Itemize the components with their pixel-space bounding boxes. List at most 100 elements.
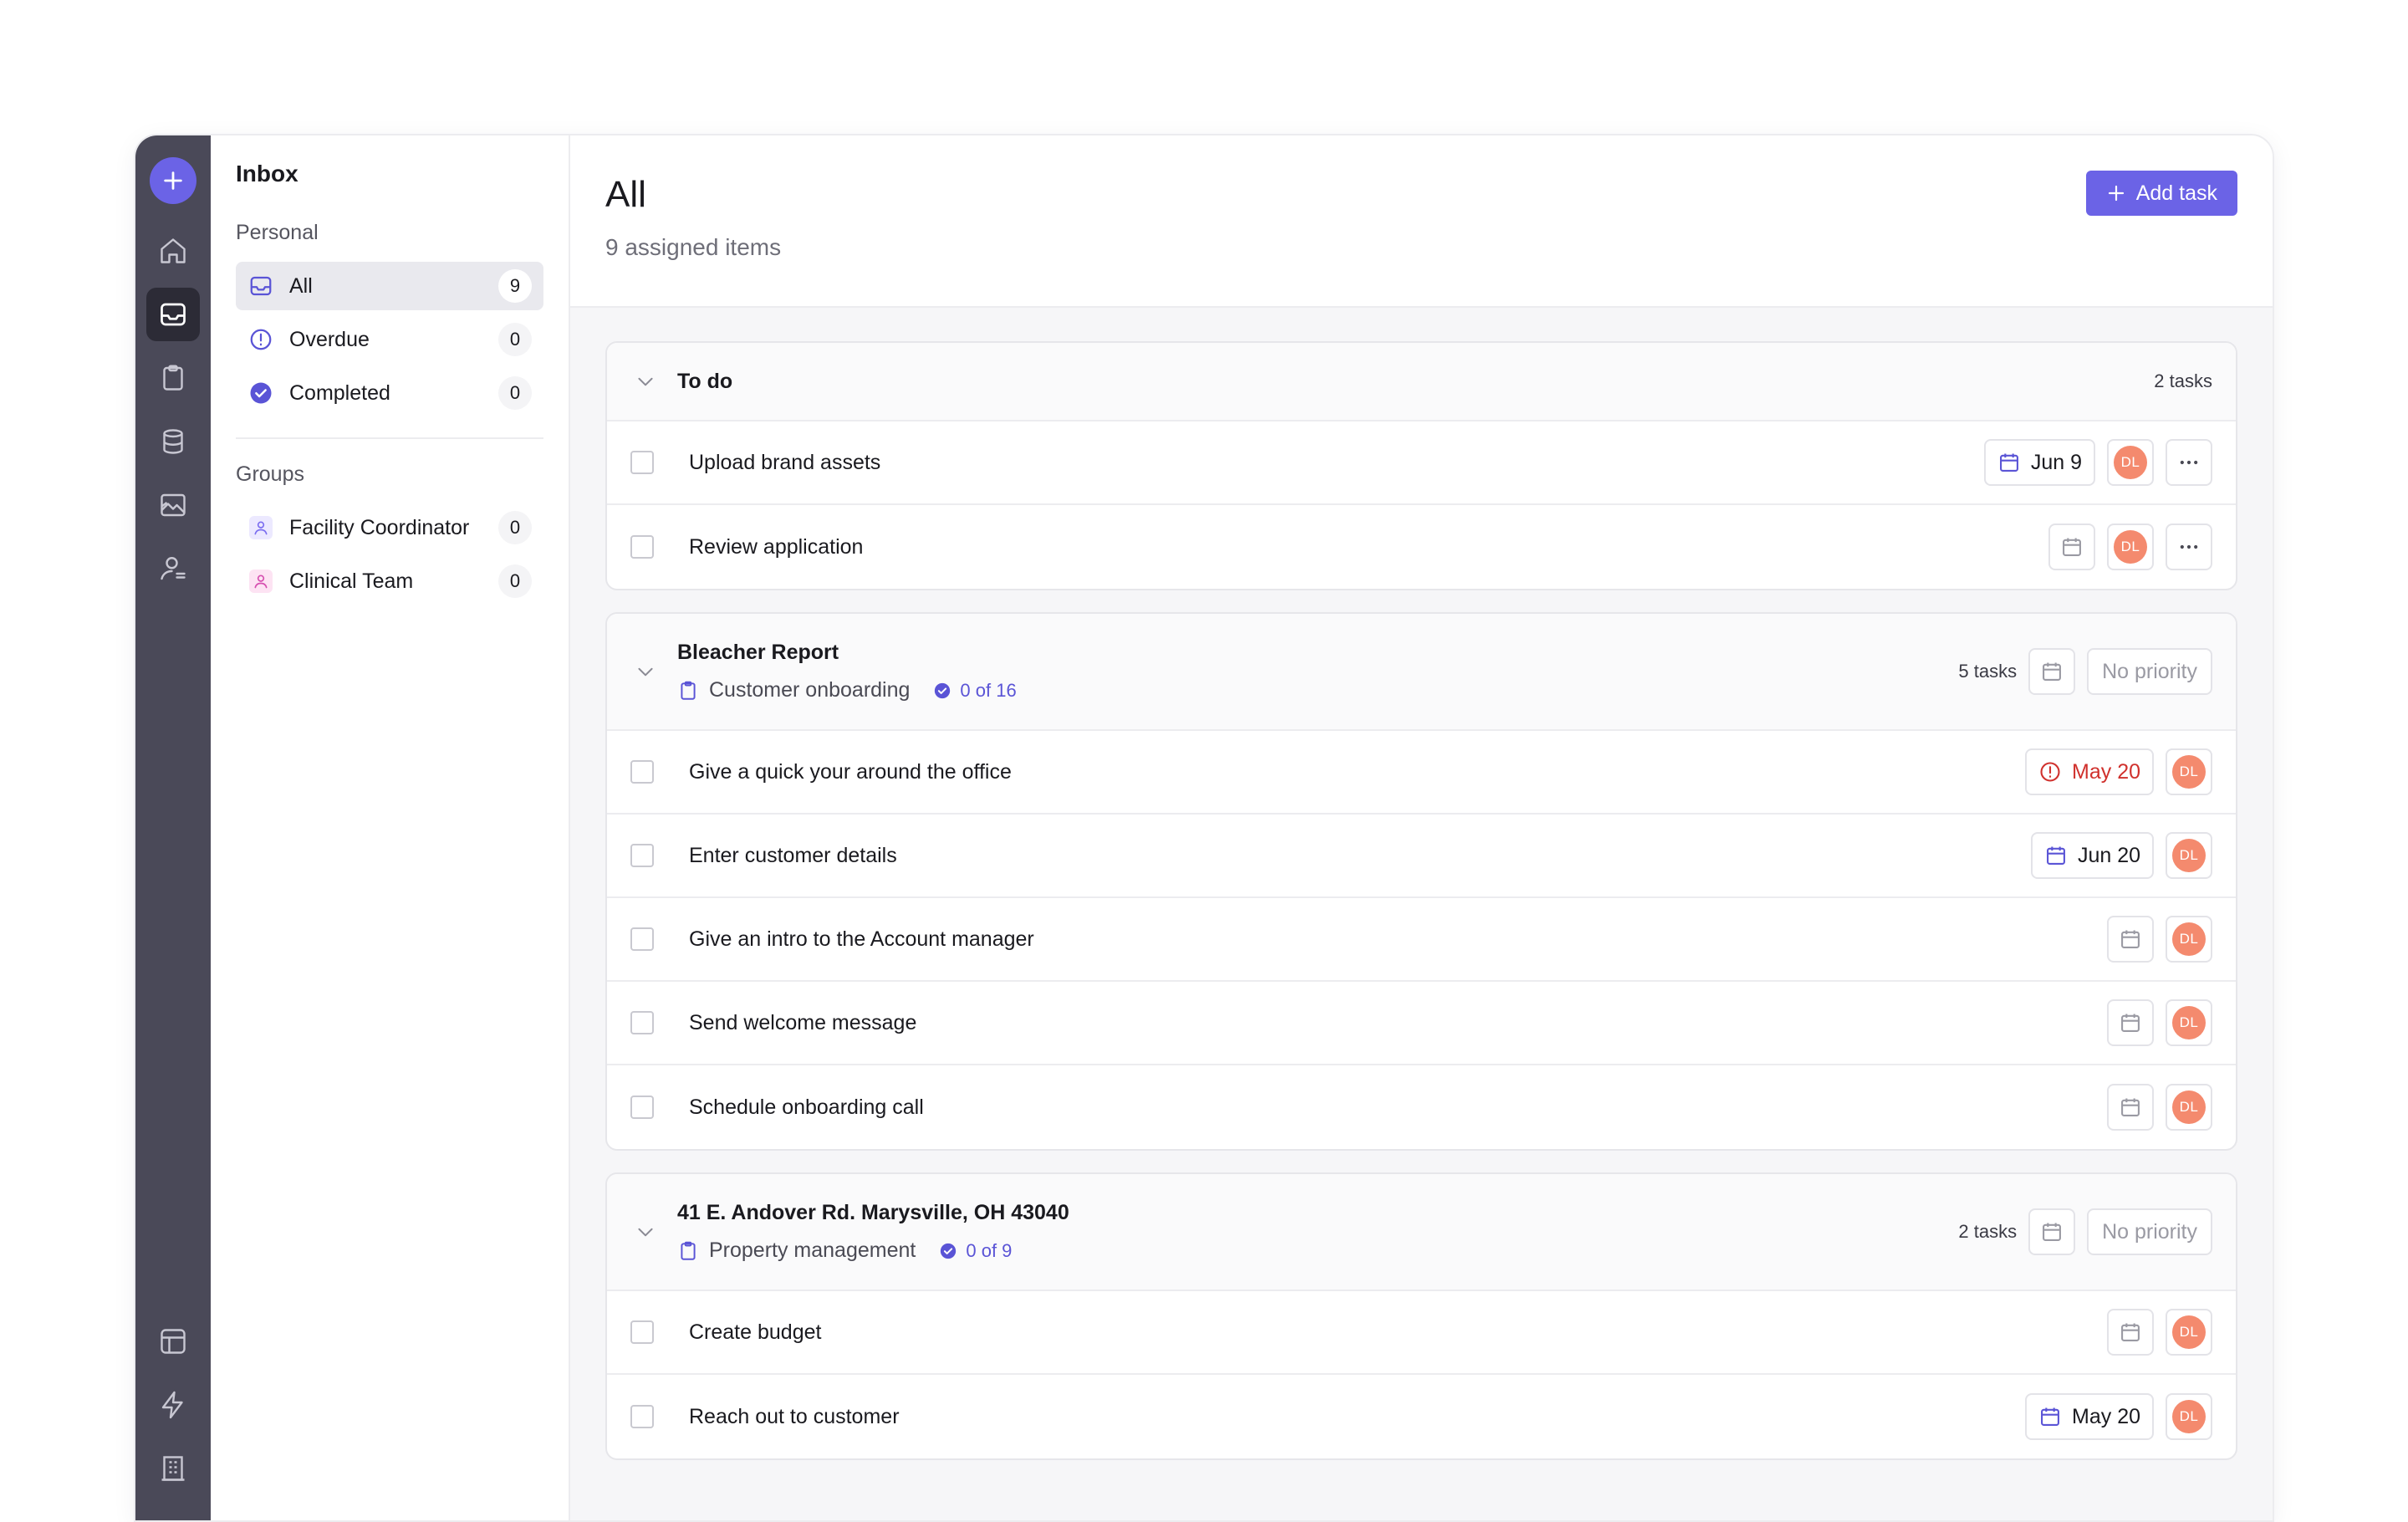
priority-button[interactable]: No priority (2087, 648, 2212, 695)
create-button[interactable] (150, 157, 196, 204)
task-row: Send welcome message DL (607, 982, 2236, 1065)
task-title[interactable]: Send welcome message (689, 1011, 916, 1035)
task-checkbox[interactable] (630, 1011, 654, 1034)
due-date-button[interactable] (2107, 916, 2154, 963)
more-options-button[interactable] (2166, 524, 2212, 570)
calendar-icon (2063, 538, 2081, 556)
task-checkbox[interactable] (630, 844, 654, 867)
sidebar-item-all[interactable]: All 9 (236, 262, 543, 310)
count-badge: 0 (498, 323, 532, 356)
workflow-name[interactable]: Property management (709, 1239, 916, 1263)
inbox-icon (247, 273, 274, 299)
alert-circle-icon (2040, 762, 2060, 782)
task-title[interactable]: Give an intro to the Account manager (689, 927, 1034, 952)
task-checkbox[interactable] (630, 1405, 654, 1428)
sidebar-item-clinical-team[interactable]: Clinical Team 0 (236, 557, 543, 605)
chevron-down-icon[interactable] (627, 363, 664, 400)
assignee-button[interactable]: DL (2166, 916, 2212, 963)
avatar: DL (2172, 1090, 2206, 1124)
main-panel: All 9 assigned items Add task To do 2 ta… (570, 135, 2273, 1520)
chevron-down-icon[interactable] (627, 653, 664, 690)
sidebar-item-overdue[interactable]: Overdue 0 (236, 315, 543, 364)
rail-people[interactable] (146, 542, 200, 595)
task-row: Review application DL (607, 505, 2236, 589)
assignee-button[interactable]: DL (2166, 1393, 2212, 1440)
assignee-button[interactable]: DL (2166, 1309, 2212, 1356)
task-checkbox[interactable] (630, 1096, 654, 1119)
sidebar-title: Inbox (236, 161, 298, 186)
assignee-button[interactable]: DL (2166, 832, 2212, 879)
sidebar-item-completed[interactable]: Completed 0 (236, 369, 543, 417)
rail-home[interactable] (146, 224, 200, 278)
section-title[interactable]: 41 E. Andover Rd. Marysville, OH 43040 (677, 1201, 1069, 1225)
task-title[interactable]: Reach out to customer (689, 1405, 900, 1429)
due-date-button[interactable]: May 20 (2025, 748, 2154, 795)
priority-button[interactable]: No priority (2087, 1208, 2212, 1255)
assignee-button[interactable]: DL (2166, 1084, 2212, 1131)
task-title[interactable]: Review application (689, 535, 863, 559)
task-section: To do 2 tasks Upload brand assets Jun 9 (605, 341, 2237, 590)
layout-icon (161, 1329, 186, 1354)
due-date-button[interactable]: May 20 (2025, 1393, 2154, 1440)
calendar-icon (2041, 1407, 2059, 1426)
task-checkbox[interactable] (630, 1320, 654, 1344)
assignee-button[interactable]: DL (2107, 439, 2154, 486)
inbox-icon (161, 303, 186, 326)
section-due-date-button[interactable] (2028, 648, 2076, 695)
calendar-icon (1999, 453, 2018, 472)
due-date-button[interactable] (2048, 524, 2095, 570)
page-title: All (605, 174, 646, 215)
plus-icon (2108, 185, 2124, 202)
rail-organization[interactable] (146, 1442, 200, 1495)
count-badge: 0 (498, 511, 532, 544)
due-date-label: Jun 9 (2030, 450, 2082, 474)
inbox-sidebar: Inbox Personal All 9 Overdue 0 Completed… (211, 135, 570, 1520)
more-options-button[interactable] (2166, 439, 2212, 486)
page-header: All 9 assigned items Add task (570, 135, 2273, 308)
task-row: Give an intro to the Account manager DL (607, 898, 2236, 982)
calendar-icon (2121, 1323, 2140, 1341)
rail-tasks[interactable] (146, 351, 200, 405)
assignee-button[interactable]: DL (2166, 999, 2212, 1046)
task-title[interactable]: Create budget (689, 1320, 821, 1345)
rail-automations[interactable] (146, 1378, 200, 1432)
task-row: Upload brand assets Jun 9 DL (607, 421, 2236, 505)
assignee-button[interactable]: DL (2166, 748, 2212, 795)
task-title[interactable]: Schedule onboarding call (689, 1096, 924, 1120)
task-checkbox[interactable] (630, 760, 654, 784)
task-checkbox[interactable] (630, 927, 654, 951)
sidebar-item-label: All (289, 273, 313, 298)
task-title[interactable]: Give a quick your around the office (689, 760, 1012, 784)
task-row: Give a quick your around the office May … (607, 731, 2236, 815)
sidebar-item-facility-coordinator[interactable]: Facility Coordinator 0 (236, 503, 543, 552)
due-date-button[interactable]: Jun 9 (1983, 439, 2095, 486)
rail-layout[interactable] (146, 1315, 200, 1368)
due-date-button[interactable] (2107, 1084, 2154, 1131)
workflow-name[interactable]: Customer onboarding (709, 678, 910, 702)
chevron-down-icon[interactable] (627, 1213, 664, 1250)
add-task-button[interactable]: Add task (2085, 171, 2237, 216)
due-date-button[interactable] (2107, 999, 2154, 1046)
task-title[interactable]: Enter customer details (689, 844, 897, 868)
assignee-button[interactable]: DL (2107, 524, 2154, 570)
app-window: Inbox Personal All 9 Overdue 0 Completed… (134, 134, 2274, 1522)
task-checkbox[interactable] (630, 535, 654, 559)
rail-inbox[interactable] (146, 288, 200, 341)
task-title[interactable]: Upload brand assets (689, 451, 880, 475)
calendar-icon (2043, 1223, 2062, 1241)
rail-reports[interactable] (146, 478, 200, 532)
section-title[interactable]: Bleacher Report (677, 641, 1017, 665)
check-circle-icon (247, 380, 274, 406)
calendar-icon (2121, 1098, 2140, 1116)
clipboard-icon (163, 365, 183, 391)
due-date-button[interactable]: Jun 20 (2030, 832, 2154, 879)
avatar: DL (2172, 839, 2206, 872)
section-due-date-button[interactable] (2028, 1208, 2076, 1255)
task-row: Enter customer details Jun 20 DL (607, 815, 2236, 898)
check-circle-icon (935, 682, 951, 698)
rail-data[interactable] (146, 415, 200, 468)
page-subtitle: 9 assigned items (605, 234, 782, 260)
due-date-button[interactable] (2107, 1309, 2154, 1356)
task-checkbox[interactable] (630, 451, 654, 474)
chart-icon (161, 493, 186, 517)
